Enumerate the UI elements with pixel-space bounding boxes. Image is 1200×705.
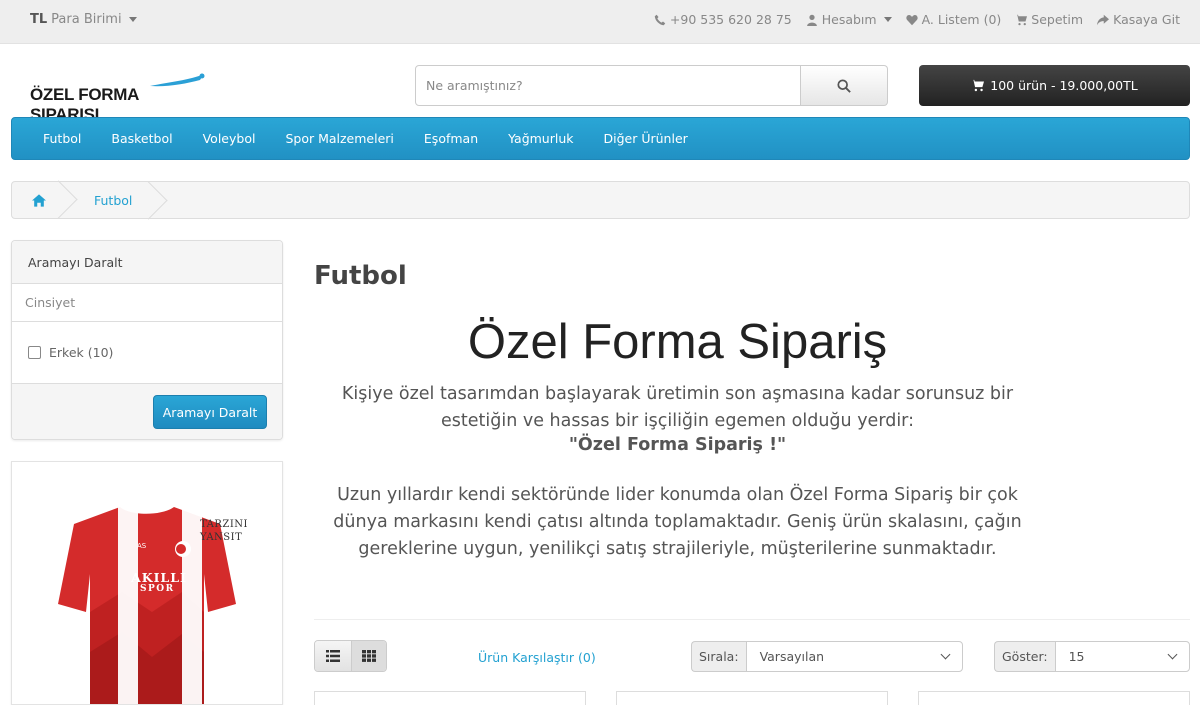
phone-icon [654,14,666,25]
chevron-down-icon [1167,649,1178,660]
caret-down-icon [883,17,892,22]
chevron-down-icon [940,649,951,660]
filter-panel: Aramayı Daralt Cinsiyet Erkek (10) Arama… [11,240,283,440]
show-limit-select[interactable]: 15 [1054,641,1190,672]
sort-value: Varsayılan [759,649,825,664]
filter-option-label: Erkek (10) [49,345,114,360]
shopping-cart-icon [971,79,985,92]
menu-item-esofman[interactable]: Eşofman [409,131,493,146]
banner-brand-line1: AKILLI [131,570,187,585]
checkout-link[interactable]: Kasaya Git [1097,12,1180,27]
list-icon [325,650,340,662]
page-title: Futbol [314,261,407,291]
currency-label: Para Birimi [51,12,122,27]
filter-footer: Aramayı Daralt [12,384,282,439]
wishlist-link[interactable]: A. Listem (0) [905,12,1001,27]
grid-view-button[interactable] [350,641,386,671]
product-card[interactable] [918,691,1190,705]
breadcrumb-home[interactable] [12,182,66,218]
main-menu: Futbol Basketbol Voleybol Spor Malzemele… [11,117,1190,160]
menu-item-spor-malzemeleri[interactable]: Spor Malzemeleri [270,131,408,146]
filter-checkbox[interactable] [28,346,41,359]
top-links: +90 535 620 28 75 Hesabım A. Listem (0) … [654,12,1180,27]
sidebar-banner[interactable]: AS TARZINI YANSIT AKILLI SPOR [11,461,283,705]
cart-link[interactable]: Sepetim [1015,12,1083,27]
menu-item-basketbol[interactable]: Basketbol [96,131,187,146]
menu-item-futbol[interactable]: Futbol [28,131,96,146]
site-logo[interactable]: ÖZEL FORMA SIPARISI [30,72,210,124]
sort-select[interactable]: Varsayılan [745,641,963,672]
currency-selector[interactable]: TL Para Birimi [30,12,137,27]
breadcrumb: Futbol [11,181,1190,219]
banner-slogan-line1: TARZINI [200,519,248,530]
show-limit-control: Göster: 15 [994,641,1190,672]
product-compare-link[interactable]: Ürün Karşılaştır (0) [478,650,596,665]
search-button[interactable] [801,65,888,106]
caret-down-icon [128,17,137,22]
filter-apply-button[interactable]: Aramayı Daralt [153,395,267,429]
sort-control: Sırala: Varsayılan [691,641,963,672]
product-card[interactable] [616,691,888,705]
cart-summary-text: 100 ürün - 19.000,00TL [990,78,1138,93]
heart-icon [905,14,918,25]
category-hero-title: Özel Forma Sipariş [467,315,888,369]
breadcrumb-item-futbol[interactable]: Futbol [66,193,150,208]
filter-title: Aramayı Daralt [12,241,282,284]
account-menu[interactable]: Hesabım [806,12,892,27]
top-bar: TL Para Birimi +90 535 620 28 75 Hesabım… [0,0,1200,44]
filter-group-label: Cinsiyet [12,284,282,322]
shopping-cart-icon [1015,14,1028,25]
search-icon [837,78,851,93]
phone-link[interactable]: +90 535 620 28 75 [654,12,792,27]
category-slogan: "Özel Forma Sipariş !" [568,435,787,455]
user-icon [806,14,817,26]
show-limit-value: 15 [1068,649,1085,664]
share-icon [1097,14,1110,25]
banner-slogan-line2: YANSIT [200,532,243,543]
menu-item-voleybol[interactable]: Voleybol [188,131,271,146]
content-divider [314,619,1190,620]
menu-item-diger-urunler[interactable]: Diğer Ürünler [589,131,703,146]
category-description-1: Kişiye özel tasarımdan başlayarak üretim… [341,384,1014,431]
show-label: Göster: [994,641,1055,672]
grid-icon [361,650,376,662]
home-icon [32,193,46,207]
banner-slogan: TARZINI YANSIT [200,518,248,544]
sort-label: Sırala: [691,641,746,672]
search-bar [415,65,888,106]
filter-option[interactable]: Erkek (10) [12,322,282,384]
category-description-2: Uzun yıllardır kendi sektöründe lider ko… [333,485,1022,559]
banner-brand-line2: SPOR [140,584,175,594]
svg-text:AS: AS [137,542,147,550]
cart-summary-button[interactable]: 100 ürün - 19.000,00TL [919,65,1190,106]
view-toggle [314,640,387,672]
product-card[interactable] [314,691,586,705]
search-input[interactable] [415,65,801,106]
menu-item-yagmurluk[interactable]: Yağmurluk [493,131,588,146]
list-view-button[interactable] [315,641,351,671]
currency-code: TL [30,12,48,27]
